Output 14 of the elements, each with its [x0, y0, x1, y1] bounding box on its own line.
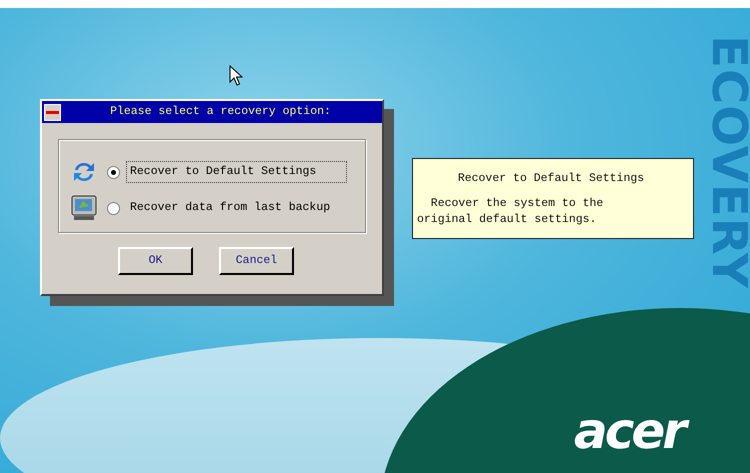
monitor-icon [71, 195, 99, 221]
mouse-cursor-icon [229, 65, 243, 86]
dialog-title: Please select a recovery option: [109, 104, 332, 120]
refresh-arrows-icon [71, 160, 97, 184]
option-label[interactable]: Recover data from last backup [126, 197, 334, 219]
cancel-button[interactable]: Cancel [219, 247, 294, 275]
radio-button[interactable] [107, 166, 120, 178]
ok-button[interactable]: OK [118, 247, 193, 275]
info-title: Recover to Default Settings [456, 171, 646, 187]
minus-icon [46, 110, 59, 114]
info-text: Recover the system to the original default settings. [417, 196, 604, 228]
system-menu-button[interactable] [44, 104, 61, 120]
radio-button[interactable] [107, 202, 120, 214]
option-label[interactable]: Recover to Default Settings [126, 161, 348, 183]
